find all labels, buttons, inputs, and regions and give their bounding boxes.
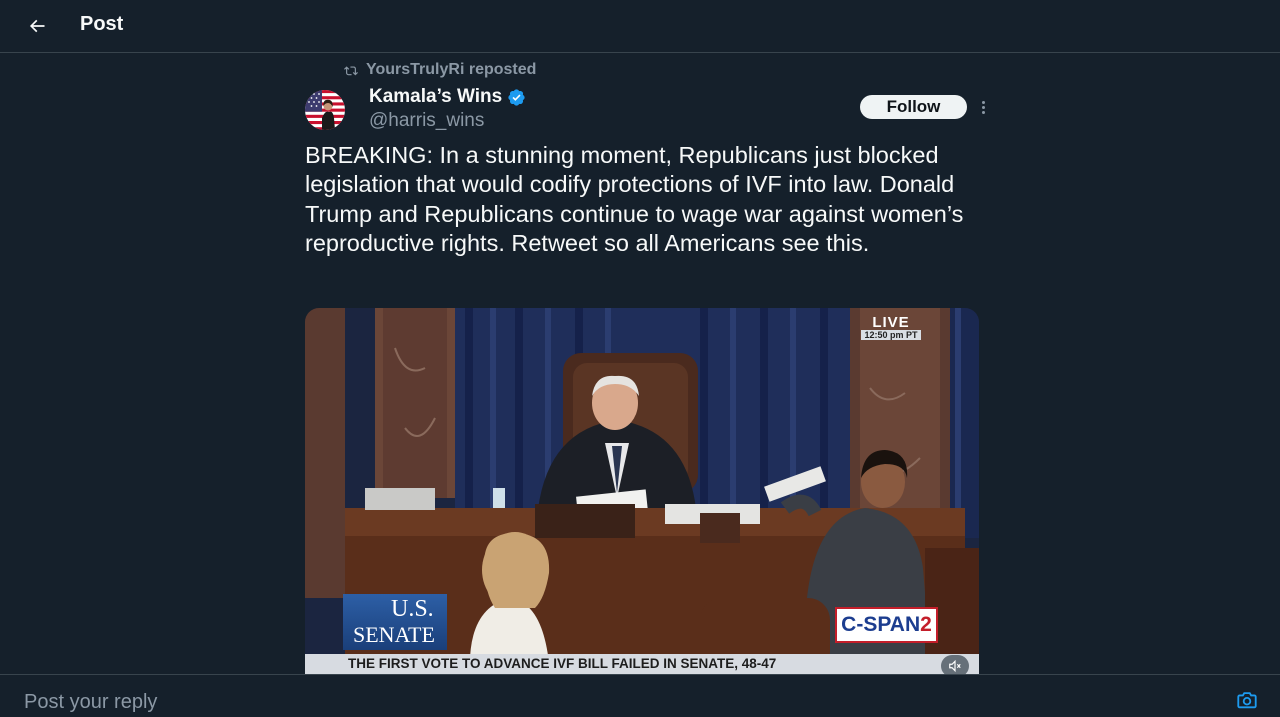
avatar-image xyxy=(305,90,345,130)
more-dots-icon xyxy=(981,100,985,104)
network-logo-name: C-SPAN xyxy=(841,613,921,636)
top-bar: Post xyxy=(0,0,1280,53)
repost-icon xyxy=(344,66,358,76)
author-name[interactable]: Kamala’s Wins xyxy=(369,86,526,108)
more-options-button[interactable] xyxy=(976,97,990,117)
network-logo: C-SPAN 2 xyxy=(835,607,938,643)
speaker-muted-icon xyxy=(949,659,961,673)
video-player[interactable]: LIVE 12:50 pm PT U.S. SENATE C-SPAN 2 THE… xyxy=(305,308,979,674)
mute-button[interactable] xyxy=(941,655,969,674)
verified-badge-icon xyxy=(508,88,525,106)
senate-logo-line2: SENATE xyxy=(353,622,435,647)
senate-logo-line1: U.S. xyxy=(391,596,434,622)
repost-label: YoursTrulyRi reposted xyxy=(366,61,537,78)
page-title: Post xyxy=(80,13,124,35)
camera-icon xyxy=(1237,692,1257,709)
author-name-text: Kamala’s Wins xyxy=(369,86,503,107)
live-badge: LIVE 12:50 pm PT xyxy=(861,314,921,340)
follow-button[interactable]: Follow xyxy=(860,95,967,119)
post-text: BREAKING: In a stunning moment, Republic… xyxy=(305,142,964,257)
senate-logo: U.S. SENATE xyxy=(343,594,447,650)
arrow-left-icon xyxy=(29,19,45,33)
reply-input[interactable] xyxy=(24,689,1204,715)
camera-button[interactable] xyxy=(1236,689,1258,711)
author-handle[interactable]: @harris_wins xyxy=(369,110,484,132)
reply-bar xyxy=(0,674,1280,717)
repost-indicator[interactable]: YoursTrulyRi reposted xyxy=(344,61,536,79)
news-ticker: THE FIRST VOTE TO ADVANCE IVF BILL FAILE… xyxy=(305,654,979,674)
back-button[interactable] xyxy=(20,9,54,43)
author-avatar[interactable] xyxy=(305,90,345,130)
live-time: 12:50 pm PT xyxy=(861,330,921,340)
live-label: LIVE xyxy=(872,314,910,331)
network-logo-number: 2 xyxy=(920,613,932,636)
